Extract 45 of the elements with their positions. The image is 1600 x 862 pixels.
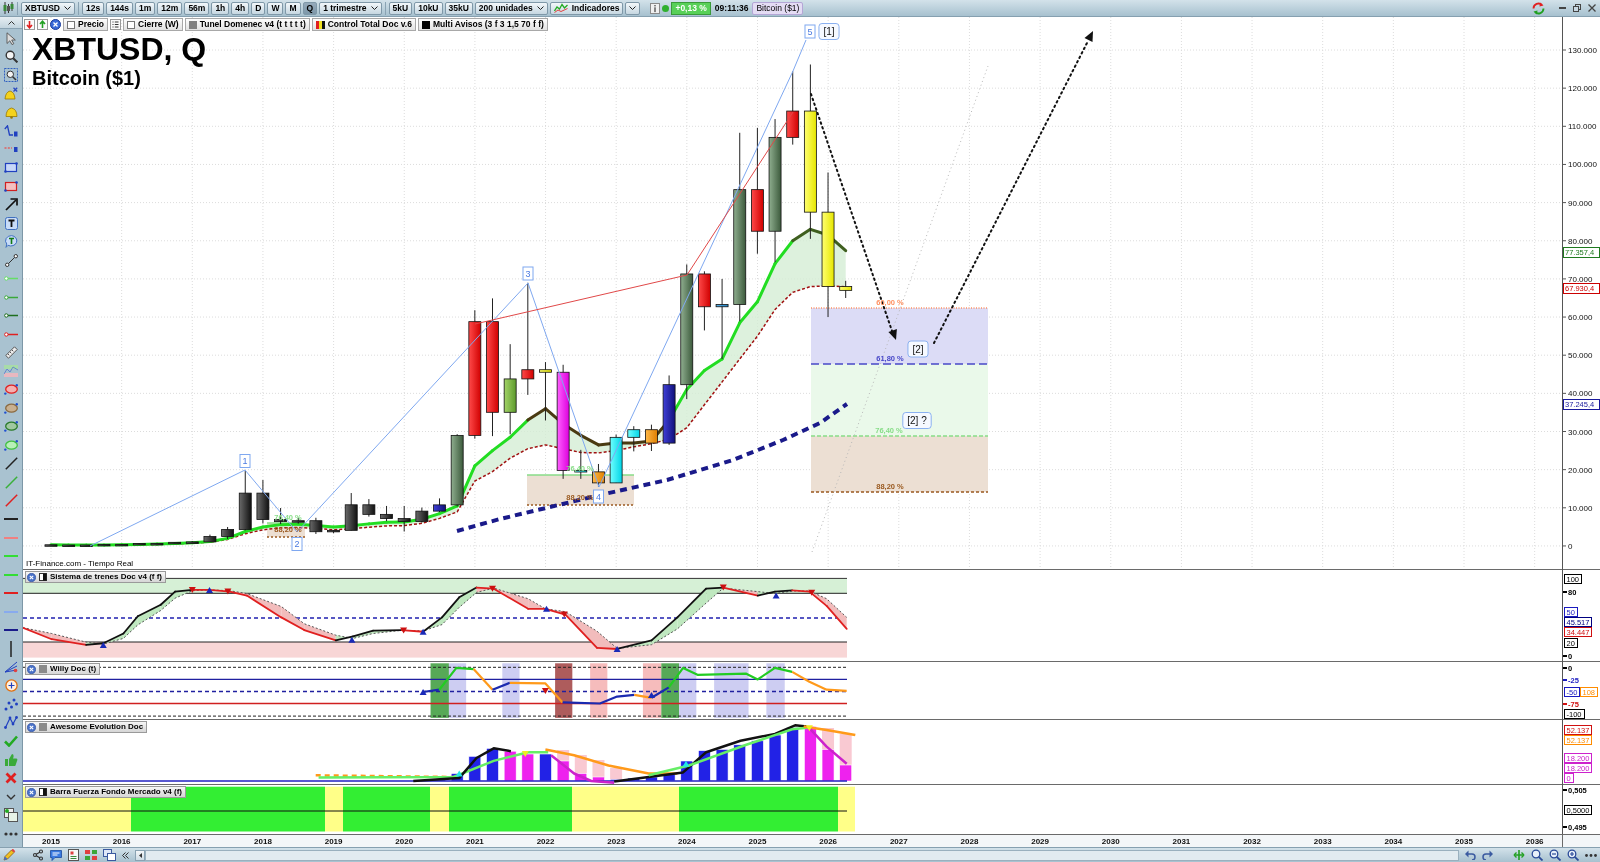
price-tick-label: 110.000	[1568, 122, 1597, 132]
price-tick-label: 80.000	[1568, 236, 1593, 246]
year-label: 2035	[1455, 837, 1473, 846]
year-label: 2024	[677, 837, 696, 846]
year-label: 2015	[42, 837, 60, 846]
change-badge: +0,13 %	[671, 1, 711, 15]
clock-time: 09:11:36	[713, 3, 750, 13]
price-tick-label: 50.000	[1568, 351, 1593, 361]
price-tick-label: 40.000	[1568, 389, 1593, 399]
year-label: 2027	[889, 837, 908, 846]
year-label: 2028	[960, 837, 979, 846]
year-label: 2020	[395, 837, 414, 846]
year-label: 2016	[112, 837, 131, 846]
year-label: 2030	[1101, 837, 1120, 846]
year-label: 2029	[1031, 837, 1049, 846]
target-label: [2] ?	[902, 412, 932, 429]
target-label: [2]	[907, 340, 929, 358]
year-label: 2019	[324, 837, 343, 846]
instrument-badge: Bitcoin ($1)	[752, 1, 804, 15]
year-label: 2026	[819, 837, 838, 846]
wave-label: 5	[804, 24, 816, 39]
price-tick-label: 120.000	[1568, 84, 1597, 94]
year-label: 2022	[536, 837, 555, 846]
target-label: [1]	[818, 23, 840, 40]
price-tick-label: 70.000	[1568, 274, 1593, 284]
year-label: 2033	[1313, 837, 1332, 846]
year-label: 2023	[607, 837, 626, 846]
chart-title: XBTUSD, Q	[32, 33, 207, 65]
price-tick-label: 60.000	[1568, 313, 1593, 323]
price-tick-label: 130.000	[1568, 46, 1597, 55]
year-label: 2021	[466, 837, 484, 846]
price-tick-label: 100.000	[1568, 160, 1597, 170]
year-label: 2018	[254, 837, 272, 846]
year-label: 2034	[1384, 837, 1403, 846]
data-source-label: IT-Finance.com - Tiempo Real	[26, 560, 134, 568]
price-tick-label: 0	[1568, 541, 1573, 551]
year-label: 2036	[1525, 837, 1544, 846]
year-label: 2017	[183, 837, 202, 846]
year-label: 2025	[748, 837, 767, 846]
price-tick-label: 90.000	[1568, 198, 1593, 208]
year-label: 2032	[1243, 837, 1261, 846]
price-tick-label: 10.000	[1568, 503, 1593, 513]
year-label: 2031	[1172, 837, 1191, 846]
price-tick-label: 20.000	[1568, 465, 1593, 475]
price-tick-label: 30.000	[1568, 427, 1593, 437]
